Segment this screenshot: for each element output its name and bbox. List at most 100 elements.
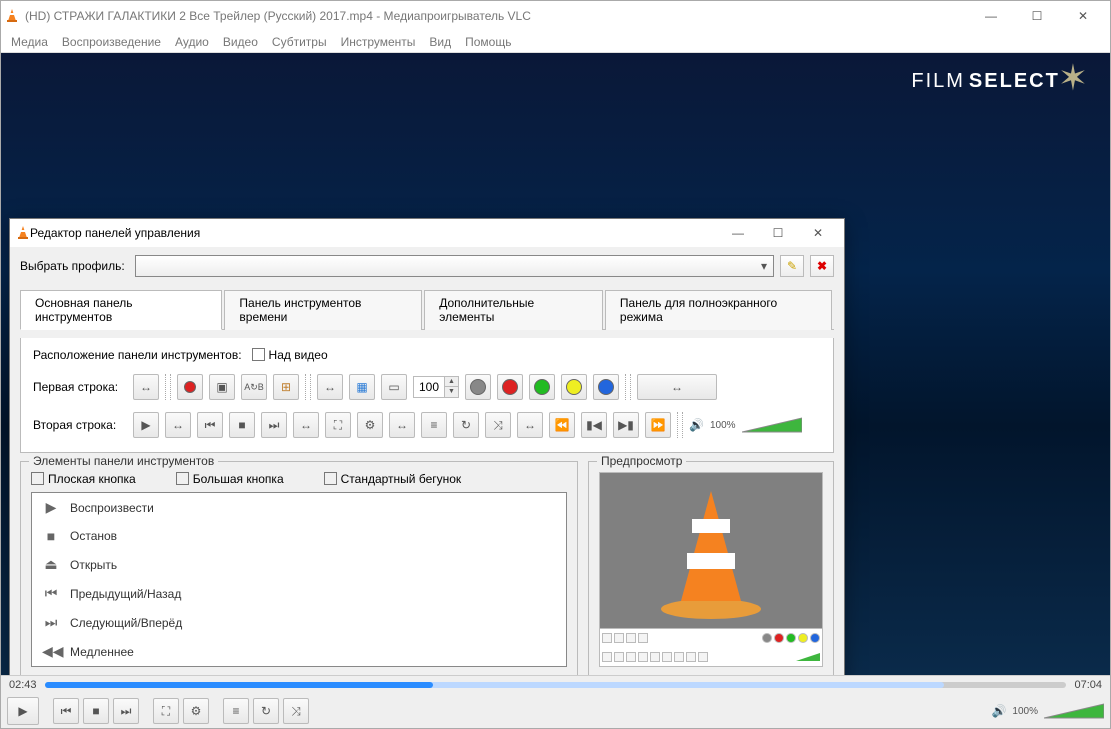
spacer-widget[interactable]: ↔ <box>637 374 717 400</box>
grey-dot-button[interactable] <box>465 374 491 400</box>
chapter-fwd-button[interactable]: ▶▮ <box>613 412 639 438</box>
dialog-titlebar[interactable]: Редактор панелей управления — ☐ ✕ <box>10 219 844 247</box>
list-item[interactable]: ⏭Следующий/Вперёд <box>32 608 566 637</box>
menu-playback[interactable]: Воспроизведение <box>62 35 161 49</box>
dialog-close-button[interactable]: ✕ <box>798 219 838 247</box>
chapter-back-button[interactable]: ▮◀ <box>581 412 607 438</box>
main-fullscreen-button[interactable]: ⛶ <box>153 698 179 724</box>
spacer-icon[interactable]: ↔ <box>517 412 543 438</box>
main-playlist-button[interactable]: ≡ <box>223 698 249 724</box>
fullscreen-button[interactable]: ⛶ <box>325 412 351 438</box>
close-button[interactable]: ✕ <box>1060 1 1106 31</box>
menu-subtitles[interactable]: Субтитры <box>272 35 327 49</box>
spacer-icon[interactable]: ↔ <box>165 412 191 438</box>
menu-help[interactable]: Помощь <box>465 35 511 49</box>
speaker-icon[interactable]: 🔊 <box>689 418 704 432</box>
maximize-button[interactable]: ☐ <box>1014 1 1060 31</box>
spin-up[interactable]: ▲ <box>444 377 458 387</box>
std-slider-check[interactable]: Стандартный бегунок <box>324 472 462 486</box>
video-area[interactable]: FILMSELECT ✶ Редактор панелей управления… <box>1 53 1110 675</box>
row1-boxes[interactable]: ↔ ▣ A↻B ⊞ ↔ ▦ ▭ ▲▼ <box>133 374 717 400</box>
list-item[interactable]: ◀◀Медленнее <box>32 637 566 666</box>
aspect-button[interactable]: ▦ <box>349 374 375 400</box>
main-volume-slider[interactable] <box>1044 702 1104 720</box>
spacer-icon[interactable]: ↔ <box>293 412 319 438</box>
delete-profile-button[interactable]: ✖ <box>810 255 834 277</box>
record-button[interactable] <box>177 374 203 400</box>
big-check[interactable]: Большая кнопка <box>176 472 284 486</box>
filmselect-watermark: FILMSELECT ✶ <box>911 63 1090 99</box>
spin-down[interactable]: ▼ <box>444 387 458 397</box>
skip-fwd-button[interactable]: ⏩ <box>645 412 671 438</box>
dialog-body: Выбрать профиль: ✎ ✖ Основная панель инс… <box>10 247 844 675</box>
play-button[interactable]: ▶ <box>133 412 159 438</box>
tab-fullscreen[interactable]: Панель для полноэкранного режима <box>605 290 832 330</box>
main-next-button[interactable]: ⏭ <box>113 698 139 724</box>
main-stop-button[interactable]: ■ <box>83 698 109 724</box>
spacer-icon[interactable]: ↔ <box>389 412 415 438</box>
volume-widget[interactable]: 100% <box>710 416 802 434</box>
time-current[interactable]: 02:43 <box>9 679 37 691</box>
menu-media[interactable]: Медиа <box>11 35 48 49</box>
speaker-icon[interactable]: 🔊 <box>991 704 1006 718</box>
yellow-dot-button[interactable] <box>561 374 587 400</box>
splitter-icon[interactable] <box>305 374 311 400</box>
main-titlebar[interactable]: (HD) СТРАЖИ ГАЛАКТИКИ 2 Все Трейлер (Рус… <box>1 1 1110 31</box>
main-prev-button[interactable]: ⏮ <box>53 698 79 724</box>
list-item[interactable]: ⏏Открыть <box>32 550 566 579</box>
above-video-check[interactable]: Над видео <box>252 348 328 362</box>
zoom-value[interactable] <box>414 377 444 397</box>
list-item[interactable]: ■Останов <box>32 522 566 550</box>
seek-slider[interactable] <box>45 682 1067 688</box>
flat-check[interactable]: Плоская кнопка <box>31 472 136 486</box>
row2-label: Вторая строка: <box>33 418 123 432</box>
menu-tools[interactable]: Инструменты <box>341 35 416 49</box>
green-dot-button[interactable] <box>529 374 555 400</box>
menu-view[interactable]: Вид <box>429 35 451 49</box>
stop-button[interactable]: ■ <box>229 412 255 438</box>
dialog-maximize-button[interactable]: ☐ <box>758 219 798 247</box>
list-item[interactable]: ▶Воспроизвести <box>32 493 566 522</box>
blue-dot-button[interactable] <box>593 374 619 400</box>
star-icon: ✶ <box>1058 57 1090 99</box>
main-play-button[interactable]: ▶ <box>7 697 39 725</box>
playlist-button[interactable]: ≡ <box>421 412 447 438</box>
next-button[interactable]: ⏭ <box>261 412 287 438</box>
atob-button[interactable]: A↻B <box>241 374 267 400</box>
skip-back-button[interactable]: ⏪ <box>549 412 575 438</box>
splitter-icon[interactable] <box>625 374 631 400</box>
time-total[interactable]: 07:04 <box>1074 679 1102 691</box>
crop-button[interactable]: ▭ <box>381 374 407 400</box>
spacer-icon[interactable]: ↔ <box>133 374 159 400</box>
splitter-icon[interactable] <box>165 374 171 400</box>
spacer-icon[interactable]: ↔ <box>317 374 343 400</box>
red-dot-button[interactable] <box>497 374 523 400</box>
loop-button[interactable]: ↻ <box>453 412 479 438</box>
prev-button[interactable]: ⏮ <box>197 412 223 438</box>
tab-main-toolbar[interactable]: Основная панель инструментов <box>20 290 222 330</box>
menu-video[interactable]: Видео <box>223 35 258 49</box>
play-icon: ▶ <box>42 499 60 516</box>
shuffle-button[interactable]: ⤨ <box>485 412 511 438</box>
splitter-icon[interactable] <box>677 412 683 438</box>
new-profile-button[interactable]: ✎ <box>780 255 804 277</box>
main-shuffle-button[interactable]: ⤨ <box>283 698 309 724</box>
elements-list[interactable]: ▶Воспроизвести ■Останов ⏏Открыть ⏮Предыд… <box>31 492 567 667</box>
row2-boxes[interactable]: ▶ ↔ ⏮ ■ ⏭ ↔ ⛶ ⚙ ↔ ≡ ↻ ⤨ ↔ <box>133 412 802 438</box>
volume-slider[interactable] <box>742 416 802 434</box>
menu-audio[interactable]: Аудио <box>175 35 209 49</box>
main-ext-settings-button[interactable]: ⚙ <box>183 698 209 724</box>
tab-advanced[interactable]: Дополнительные элементы <box>424 290 603 330</box>
tab-time-toolbar[interactable]: Панель инструментов времени <box>224 290 422 330</box>
profile-select[interactable] <box>135 255 774 277</box>
ext-settings-button[interactable]: ⚙ <box>357 412 383 438</box>
minimize-button[interactable]: — <box>968 1 1014 31</box>
main-loop-button[interactable]: ↻ <box>253 698 279 724</box>
list-item[interactable]: ⏮Предыдущий/Назад <box>32 579 566 608</box>
snapshot-button[interactable]: ▣ <box>209 374 235 400</box>
preview-controls <box>599 629 823 667</box>
dialog-minimize-button[interactable]: — <box>718 219 758 247</box>
main-volume-percent: 100% <box>1012 706 1038 717</box>
frame-button[interactable]: ⊞ <box>273 374 299 400</box>
zoom-spinner[interactable]: ▲▼ <box>413 376 459 398</box>
